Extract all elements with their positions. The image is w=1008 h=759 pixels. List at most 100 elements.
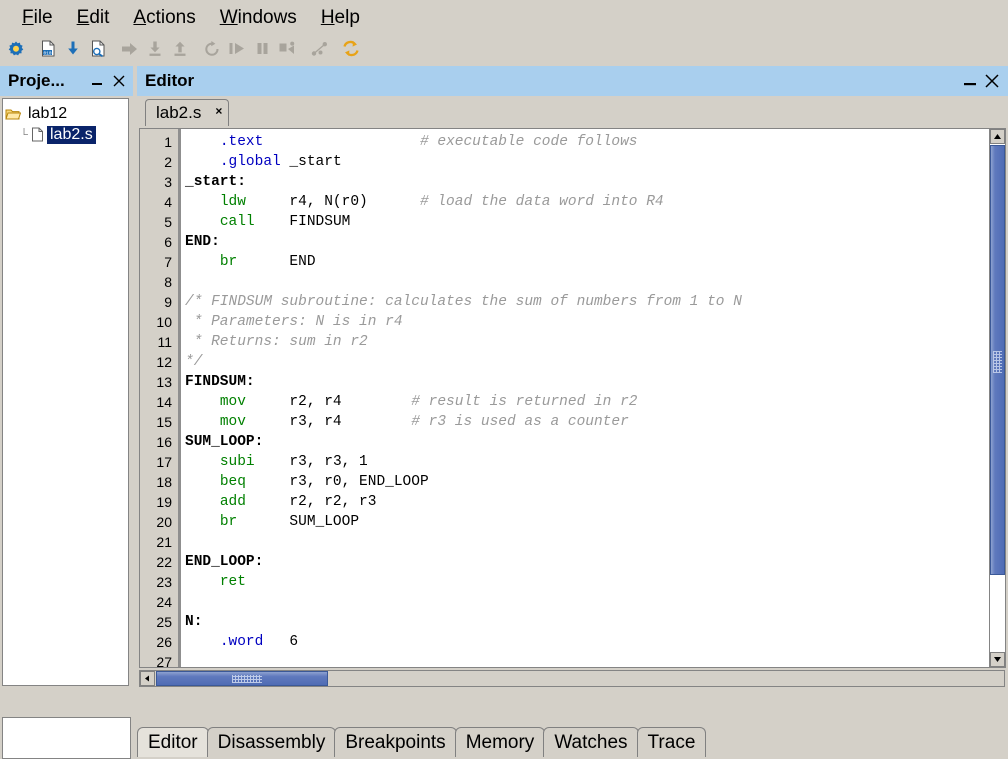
code-token-ins: mov — [219, 414, 246, 430]
bottom-tab-editor[interactable]: Editor — [137, 727, 209, 757]
code-line[interactable]: N: — [181, 612, 1004, 632]
bottom-tab-memory[interactable]: Memory — [454, 727, 546, 757]
code-token-com: # executable code follows — [419, 134, 638, 150]
code-token-lbl: _start: — [185, 174, 246, 190]
bottom-tab-breakpoints[interactable]: Breakpoints — [334, 727, 457, 757]
menu-edit[interactable]: Edit — [65, 5, 122, 31]
code-token-com: # load the data word into R4 — [419, 194, 664, 210]
code-line[interactable]: SUM_LOOP: — [181, 432, 1004, 452]
bottom-tab-label: Editor — [148, 731, 198, 753]
project-panel-title: Proje... — [8, 71, 65, 90]
code-line[interactable]: * Returns: sum in r2 — [181, 332, 1004, 352]
code-line[interactable]: add r2, r2, r3 — [181, 492, 1004, 512]
code-line[interactable]: * Parameters: N is in r4 — [181, 312, 1004, 332]
code-line[interactable]: /* FINDSUM subroutine: calculates the su… — [181, 292, 1004, 312]
editor-horizontal-scrollbar[interactable] — [139, 670, 1005, 687]
file-icon — [31, 127, 44, 142]
code-line[interactable]: beq r3, r0, END_LOOP — [181, 472, 1004, 492]
scroll-up-arrow-icon[interactable] — [990, 129, 1005, 144]
line-number: 20 — [156, 514, 172, 530]
step-into-icon — [143, 38, 167, 60]
step-out-icon — [168, 38, 192, 60]
editor-vertical-scrollbar[interactable] — [989, 128, 1006, 668]
line-number: 6 — [164, 234, 172, 250]
code-line[interactable]: ret — [181, 572, 1004, 592]
file-tab-label: lab2.s — [156, 103, 202, 122]
project-close-button[interactable] — [109, 70, 129, 92]
menu-actions-label: ctions — [146, 6, 196, 28]
file-tab-lab2s[interactable]: lab2.s × — [145, 99, 230, 126]
code-editor[interactable]: 1 2 3 4 5 6 7 8 9 10 11 12 13 14 15 16 17 18 19 20 21 22 23 24 2… — [139, 128, 1005, 668]
code-line[interactable]: mov r3, r4 # r3 is used as a counter — [181, 412, 1004, 432]
compile-and-load-icon[interactable] — [86, 38, 110, 60]
settings-gear-icon[interactable] — [4, 38, 28, 60]
code-line[interactable]: ldw r4, N(r0) # load the data word into … — [181, 192, 1004, 212]
editor-panel-title: Editor — [145, 71, 195, 90]
code-line[interactable] — [181, 532, 1004, 552]
code-line[interactable]: subi r3, r3, 1 — [181, 452, 1004, 472]
tree-item-lab2s[interactable]: └ lab2.s — [5, 124, 126, 145]
continue-arrow-icon — [118, 38, 142, 60]
line-number: 19 — [156, 494, 172, 510]
menu-help[interactable]: Help — [309, 5, 372, 31]
line-number: 18 — [156, 474, 172, 490]
code-line[interactable] — [181, 592, 1004, 612]
code-line[interactable]: br SUM_LOOP — [181, 512, 1004, 532]
code-line[interactable]: END: — [181, 232, 1004, 252]
scroll-down-arrow-icon[interactable] — [990, 652, 1005, 667]
hscroll-grip-icon — [231, 675, 262, 683]
code-line[interactable]: */ — [181, 352, 1004, 372]
download-icon[interactable] — [61, 38, 85, 60]
svg-text:010: 010 — [43, 51, 51, 56]
code-line[interactable]: br END — [181, 252, 1004, 272]
menu-windows[interactable]: Windows — [208, 5, 309, 31]
code-token-txt: END — [237, 254, 316, 270]
refresh-icon[interactable] — [339, 38, 363, 60]
code-line[interactable]: FINDSUM: — [181, 372, 1004, 392]
tree-item-lab12[interactable]: lab12 — [5, 103, 126, 124]
tree-label-lab12: lab12 — [28, 104, 68, 122]
bottom-tab-trace[interactable]: Trace — [636, 727, 707, 757]
menu-help-label: elp — [334, 6, 360, 28]
line-number: 11 — [157, 334, 172, 350]
code-token-ins: ret — [219, 574, 246, 590]
project-minimize-button[interactable] — [87, 70, 107, 92]
horizontal-scroll-thumb[interactable] — [156, 671, 328, 686]
bottom-tab-disassembly[interactable]: Disassembly — [206, 727, 337, 757]
code-line[interactable]: .global _start — [181, 152, 1004, 172]
tree-branch-guide: └ — [20, 128, 28, 141]
code-token-ins: br — [219, 514, 238, 530]
compile-icon[interactable]: 010 — [36, 38, 60, 60]
code-line[interactable]: mov r2, r4 # result is returned in r2 — [181, 392, 1004, 412]
code-token-ins: subi — [219, 454, 255, 470]
bottom-tab-watches[interactable]: Watches — [543, 727, 639, 757]
menu-bar: File Edit Actions Windows Help — [0, 0, 1008, 35]
code-line[interactable]: call FINDSUM — [181, 212, 1004, 232]
file-tab-close-icon[interactable]: × — [215, 104, 222, 118]
bottom-tab-bar: Editor Disassembly Breakpoints Memory Watche… — [137, 727, 707, 759]
code-token-txt: SUM_LOOP — [237, 514, 360, 530]
code-line[interactable]: _start: — [181, 172, 1004, 192]
bottom-tab-label: Breakpoints — [345, 731, 446, 753]
code-line[interactable] — [181, 272, 1004, 292]
code-line[interactable]: .text # executable code follows — [181, 132, 1004, 152]
line-number: 22 — [156, 554, 172, 570]
editor-close-button[interactable] — [982, 70, 1002, 92]
tree-label-lab2s: lab2.s — [47, 125, 96, 144]
code-line[interactable] — [181, 652, 1004, 667]
code-lines[interactable]: .text # executable code follows .global … — [181, 129, 1004, 667]
code-line[interactable]: .word 6 — [181, 632, 1004, 652]
scroll-left-arrow-icon[interactable] — [140, 671, 155, 686]
code-token-ins: beq — [219, 474, 246, 490]
menu-actions[interactable]: Actions — [121, 5, 207, 31]
code-line[interactable]: END_LOOP: — [181, 552, 1004, 572]
line-number: 24 — [156, 594, 172, 610]
code-token-com: * Parameters: N is in r4 — [185, 314, 403, 330]
editor-minimize-button[interactable] — [960, 70, 980, 92]
vertical-scroll-thumb[interactable] — [990, 145, 1005, 575]
menu-file[interactable]: File — [10, 5, 65, 31]
